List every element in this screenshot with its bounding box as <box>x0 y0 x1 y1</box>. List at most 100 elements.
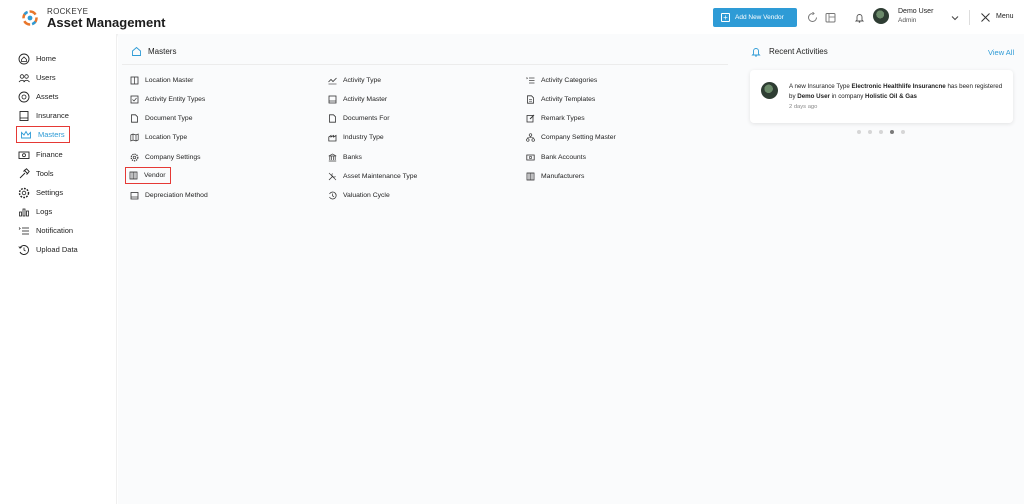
sidebar-item-label: Insurance <box>36 111 69 120</box>
master-activity-master[interactable]: Activity Master <box>328 93 387 105</box>
master-label: Location Master <box>145 76 194 84</box>
carousel-dot-active[interactable] <box>890 130 894 134</box>
documents-icon <box>328 113 337 123</box>
sidebar-item-notification[interactable]: Notification <box>18 223 73 238</box>
edit-icon <box>526 114 535 123</box>
add-new-vendor-button[interactable]: + Add New Vendor <box>713 8 797 27</box>
location-master-icon <box>130 76 139 85</box>
master-asset-maintenance-type[interactable]: Asset Maintenance Type <box>328 170 417 182</box>
home-icon <box>18 53 30 65</box>
sidebar-item-upload-data[interactable]: Upload Data <box>18 242 78 257</box>
list-icon <box>526 76 535 85</box>
bank-account-icon <box>526 153 535 162</box>
master-location-master[interactable]: Location Master <box>130 74 193 86</box>
menu-button[interactable]: Menu <box>996 13 1014 20</box>
master-label: Location Type <box>145 133 188 141</box>
masters-header: Masters <box>131 46 176 57</box>
sidebar-item-home[interactable]: Home <box>18 51 56 66</box>
master-label: Activity Entity Types <box>145 95 206 103</box>
vendor-icon <box>129 171 138 180</box>
master-label: Company Settings <box>145 153 201 161</box>
master-bank-accounts[interactable]: Bank Accounts <box>526 151 586 163</box>
master-banks[interactable]: Banks <box>328 151 362 163</box>
master-label: Industry Type <box>343 133 384 141</box>
master-activity-categories[interactable]: Activity Categories <box>526 74 597 86</box>
carousel-dot[interactable] <box>879 130 883 134</box>
bank-icon <box>328 153 337 162</box>
depreciation-icon <box>130 191 139 200</box>
master-label: Bank Accounts <box>541 153 586 161</box>
master-valuation-cycle[interactable]: Valuation Cycle <box>328 189 390 201</box>
sidebar-item-settings[interactable]: Settings <box>18 185 63 200</box>
sidebar-item-label: Logs <box>36 207 53 216</box>
settings-icon <box>18 187 30 199</box>
users-icon <box>18 72 30 84</box>
app-title: Asset Management <box>47 15 166 30</box>
sidebar-item-label: Home <box>36 54 57 63</box>
carousel-dot[interactable] <box>857 130 861 134</box>
master-company-setting-master[interactable]: Company Setting Master <box>526 131 616 143</box>
refresh-icon[interactable] <box>807 12 818 23</box>
activity-card[interactable]: A new Insurance Type Electronic Healthli… <box>750 70 1013 123</box>
notification-icon <box>18 225 30 237</box>
sidebar-item-label: Users <box>36 73 56 82</box>
master-document-type[interactable]: Document Type <box>130 112 192 124</box>
master-label: Remark Types <box>541 114 585 122</box>
sidebar-item-finance[interactable]: Finance <box>18 147 63 162</box>
hierarchy-icon <box>526 132 535 142</box>
activity-entity-types-icon <box>130 95 139 104</box>
master-label: Activity Type <box>343 76 382 84</box>
master-industry-type[interactable]: Industry Type <box>328 131 384 143</box>
sidebar-item-label: Masters <box>38 130 65 139</box>
master-remark-types[interactable]: Remark Types <box>526 112 585 124</box>
master-vendor[interactable]: Vendor <box>125 167 171 184</box>
rockeye-logo-icon[interactable] <box>21 9 39 27</box>
bell-icon[interactable] <box>854 12 865 23</box>
manufacturer-icon <box>526 172 535 181</box>
logs-icon <box>18 206 30 218</box>
sidebar-item-users[interactable]: Users <box>18 70 56 85</box>
sidebar-item-tools[interactable]: Tools <box>18 166 54 181</box>
activity-type-icon <box>328 76 337 85</box>
user-role: Admin <box>898 17 917 24</box>
master-label: Manufacturers <box>541 172 585 180</box>
close-icon[interactable] <box>980 12 991 23</box>
master-label: Banks <box>343 153 362 161</box>
sidebar-item-label: Upload Data <box>36 245 78 254</box>
master-depreciation-method[interactable]: Depreciation Method <box>130 189 208 201</box>
history-icon <box>328 191 337 200</box>
sidebar-item-insurance[interactable]: Insurance <box>18 108 69 123</box>
carousel-dot[interactable] <box>868 130 872 134</box>
crown-icon <box>20 129 32 141</box>
user-avatar[interactable] <box>873 8 889 24</box>
home-icon <box>131 46 142 57</box>
master-location-type[interactable]: Location Type <box>130 131 187 143</box>
master-manufacturers[interactable]: Manufacturers <box>526 170 584 182</box>
calendar-icon[interactable] <box>825 12 836 23</box>
master-label: Valuation Cycle <box>343 191 390 199</box>
activity-avatar <box>761 82 778 99</box>
sidebar-item-masters[interactable]: Masters <box>16 126 70 143</box>
master-activity-templates[interactable]: Activity Templates <box>526 93 595 105</box>
activity-text: A new Insurance Type Electronic Healthli… <box>789 83 1003 100</box>
wrench-icon <box>328 172 337 181</box>
recent-activities-header: Recent Activities <box>751 46 828 57</box>
master-label: Activity Categories <box>541 76 598 84</box>
industry-icon <box>328 133 337 142</box>
template-icon <box>526 94 535 104</box>
sidebar-item-label: Notification <box>36 226 74 235</box>
chevron-down-icon[interactable] <box>950 13 961 24</box>
carousel-dot[interactable] <box>901 130 905 134</box>
master-activity-type[interactable]: Activity Type <box>328 74 381 86</box>
master-company-settings[interactable]: Company Settings <box>130 151 201 163</box>
master-activity-entity-types[interactable]: Activity Entity Types <box>130 93 205 105</box>
map-icon <box>130 132 139 142</box>
masters-divider <box>122 64 728 65</box>
sidebar-item-logs[interactable]: Logs <box>18 204 52 219</box>
document-icon <box>130 113 139 123</box>
sidebar-item-label: Finance <box>36 150 63 159</box>
sidebar-item-assets[interactable]: Assets <box>18 89 59 104</box>
view-all-link[interactable]: View All <box>988 48 1014 57</box>
activity-time: 2 days ago <box>789 104 818 110</box>
master-documents-for[interactable]: Documents For <box>328 112 389 124</box>
